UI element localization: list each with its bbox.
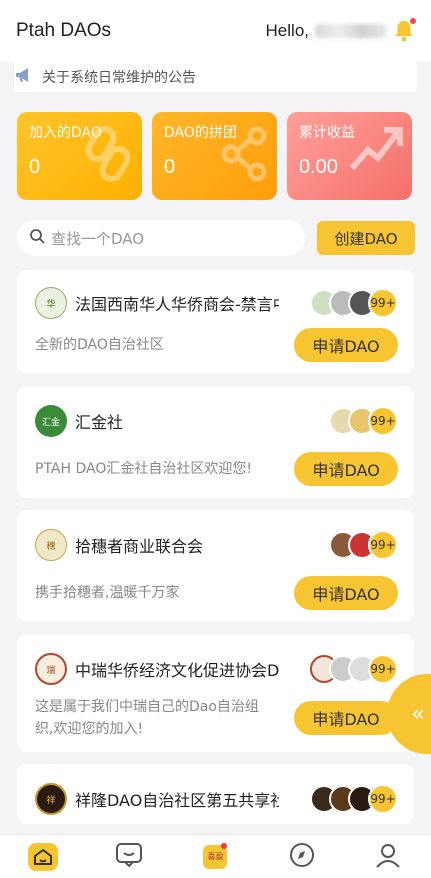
search-placeholder: 查找一个DAO <box>51 229 145 248</box>
dao-description: 携手拾穗者,温暖千万家 <box>35 585 180 601</box>
member-avatars: 99+ <box>310 654 398 684</box>
hello-text: Hello, <box>265 21 309 40</box>
user-icon <box>375 842 401 872</box>
dao-name: 中瑞华侨经济文化促进协会Dao <box>75 661 279 680</box>
apply-dao-button[interactable]: 申请DAO <box>294 701 398 735</box>
notification-dot <box>409 17 417 25</box>
member-count: 99+ <box>368 654 398 684</box>
home-icon <box>28 842 59 871</box>
tab-center[interactable]: 喜盈 <box>195 837 235 877</box>
create-dao-button[interactable]: 创建DAO <box>317 221 415 255</box>
member-avatars: 99+ <box>329 406 398 436</box>
message-icon <box>115 842 143 872</box>
dao-list: 华 法国西南华人华侨商会-禁言中 99+ 全新的DAO自治社区 申请DAO 汇金… <box>0 256 431 824</box>
dao-card[interactable]: 穗 拾穗者商业联合会 99+ 携手拾穗者,温暖千万家 申请DAO <box>17 510 414 622</box>
tab-home[interactable] <box>23 837 63 877</box>
dao-group-value: 0 <box>164 156 176 178</box>
dao-logo: 华 <box>35 287 67 319</box>
dao-card[interactable]: 瑞 中瑞华侨经济文化促进协会Dao 99+ 这是属于我们中瑞自己的Dao自治组织… <box>17 634 414 752</box>
total-earnings-label: 累计收益 <box>299 125 355 141</box>
dao-description: 全新的DAO自治社区 <box>35 337 164 353</box>
member-count: 99+ <box>368 406 398 436</box>
app-title: Ptah DAOs <box>16 20 112 41</box>
dao-group-label: DAO的拼团 <box>164 125 237 141</box>
member-count: 99+ <box>368 288 398 318</box>
announcement-bar[interactable]: 关于系统日常维护的公告 <box>14 62 417 92</box>
blurred-username <box>315 24 387 38</box>
tab-discover[interactable] <box>282 837 322 877</box>
dao-description: 这是属于我们中瑞自己的Dao自治组织,欢迎您的加入! <box>35 699 259 737</box>
dao-name: 法国西南华人华侨商会-禁言中 <box>75 295 279 314</box>
stats-row: 加入的DAO 0 DAO的拼团 0 累计收益 0.00 <box>0 92 431 200</box>
dao-card[interactable]: 祥 祥隆DAO自治社区第五共享社 99+ <box>17 764 414 824</box>
joined-dao-card[interactable]: 加入的DAO 0 <box>17 112 142 200</box>
member-avatars: 99+ <box>310 288 398 318</box>
total-earnings-value: 0.00 <box>299 156 338 178</box>
greeting: Hello, <box>265 17 417 43</box>
member-avatars: 99+ <box>329 530 398 560</box>
bell-icon[interactable] <box>393 17 417 43</box>
header: Ptah DAOs Hello, <box>0 0 431 62</box>
joined-dao-value: 0 <box>29 156 41 178</box>
search-row: 查找一个DAO 创建DAO <box>0 200 431 256</box>
dao-description: PTAH DAO汇金社自治社区欢迎您! <box>35 461 252 477</box>
dao-logo: 祥 <box>35 783 67 815</box>
total-earnings-card[interactable]: 累计收益 0.00 <box>287 112 412 200</box>
dao-name: 拾穗者商业联合会 <box>75 537 204 556</box>
bottom-tab-bar: 喜盈 <box>0 834 431 878</box>
search-icon <box>29 228 45 248</box>
megaphone-icon <box>14 66 34 88</box>
dao-group-card[interactable]: DAO的拼团 0 <box>152 112 277 200</box>
dao-name: 祥隆DAO自治社区第五共享社 <box>75 791 279 810</box>
member-avatars: 99+ <box>310 784 398 814</box>
dao-name: 汇金社 <box>75 413 124 432</box>
announcement-text: 关于系统日常维护的公告 <box>42 70 196 86</box>
compass-icon <box>289 842 315 872</box>
dao-card[interactable]: 华 法国西南华人华侨商会-禁言中 99+ 全新的DAO自治社区 申请DAO <box>17 270 414 374</box>
member-count: 99+ <box>368 784 398 814</box>
tab-profile[interactable] <box>368 837 408 877</box>
apply-dao-button[interactable]: 申请DAO <box>294 328 398 362</box>
dao-logo: 汇金 <box>35 405 67 437</box>
joined-dao-label: 加入的DAO <box>29 125 102 141</box>
search-input[interactable]: 查找一个DAO <box>17 220 305 256</box>
dao-logo: 瑞 <box>35 653 67 685</box>
tab-messages[interactable] <box>109 837 149 877</box>
dao-logo: 穗 <box>35 529 67 561</box>
notification-dot <box>221 842 228 849</box>
member-count: 99+ <box>368 530 398 560</box>
dao-card[interactable]: 汇金 汇金社 99+ PTAH DAO汇金社自治社区欢迎您! 申请DAO <box>17 386 414 498</box>
apply-dao-button[interactable]: 申请DAO <box>294 576 398 610</box>
apply-dao-button[interactable]: 申请DAO <box>294 452 398 486</box>
